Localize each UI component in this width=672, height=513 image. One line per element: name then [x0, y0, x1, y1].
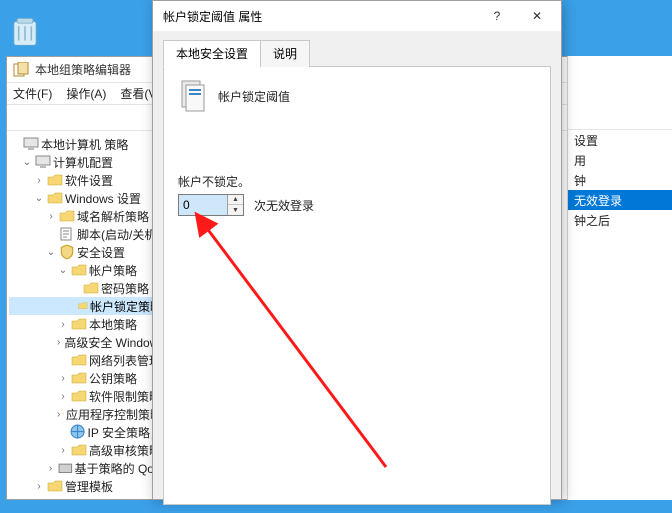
spin-down-button[interactable]: ▼	[228, 205, 243, 215]
tree-software-restriction[interactable]: ›软件限制策略	[9, 387, 162, 405]
tab-panel: 帐户锁定阈值 帐户不锁定。 ▲ ▼ 次无效登录	[163, 67, 551, 505]
tree-qos[interactable]: ›基于策略的 QoS	[9, 459, 162, 477]
tree-app-control[interactable]: ›应用程序控制策略	[9, 405, 162, 423]
threshold-input[interactable]	[179, 195, 227, 215]
annotation-arrow	[196, 217, 436, 500]
threshold-spinner[interactable]: ▲ ▼	[178, 194, 244, 216]
shield-icon	[59, 245, 75, 259]
script-icon	[59, 227, 75, 241]
folder-icon	[47, 191, 63, 205]
menu-file[interactable]: 文件(F)	[13, 85, 52, 102]
tree-public-key[interactable]: ›公钥策略	[9, 369, 162, 387]
computer-icon	[23, 137, 39, 151]
folder-icon	[71, 443, 87, 457]
folder-icon	[62, 407, 64, 421]
tree-ip-security[interactable]: IP 安全策略，	[9, 423, 162, 441]
tree-local-policies[interactable]: ›本地策略	[9, 315, 162, 333]
spin-up-button[interactable]: ▲	[228, 195, 243, 205]
dialog-tabstrip: 本地安全设置 说明	[163, 39, 551, 67]
tab-explain[interactable]: 说明	[260, 40, 310, 67]
tree-advanced-audit[interactable]: ›高级审核策略	[9, 441, 162, 459]
list-item[interactable]: 用	[568, 150, 672, 170]
recycle-bin-icon[interactable]	[6, 12, 46, 52]
tree-network-list[interactable]: 网络列表管理	[9, 351, 162, 369]
globe-icon	[70, 425, 85, 439]
list-item[interactable]: 无效登录	[568, 190, 672, 210]
tree-computer-config[interactable]: ⌄计算机配置	[9, 153, 162, 171]
policy-tree[interactable]: 本地计算机 策略 ⌄计算机配置 ›软件设置 ⌄Windows 设置 ›域名解析策…	[7, 131, 165, 499]
dialog-title: 帐户锁定阈值 属性	[163, 8, 477, 25]
tree-windows-settings[interactable]: ⌄Windows 设置	[9, 189, 162, 207]
field-label: 帐户不锁定。	[178, 173, 536, 190]
qos-icon	[58, 461, 73, 475]
tab-local-security[interactable]: 本地安全设置	[163, 40, 261, 67]
policy-icon	[178, 79, 208, 113]
tree-admin-templates[interactable]: ›管理模板	[9, 477, 162, 495]
tree-account-policies[interactable]: ⌄帐户策略	[9, 261, 162, 279]
tree-scripts[interactable]: 脚本(启动/关机)	[9, 225, 162, 243]
properties-dialog: 帐户锁定阈值 属性 ? ✕ 本地安全设置 说明 帐户锁定阈值 帐户不锁定。	[152, 0, 562, 500]
help-button[interactable]: ?	[477, 2, 517, 30]
folder-icon	[71, 263, 87, 277]
tree-advanced-firewall[interactable]: ›高级安全 Windows	[9, 333, 162, 351]
threshold-suffix: 次无效登录	[254, 197, 314, 214]
tree-software-settings[interactable]: ›软件设置	[9, 171, 162, 189]
folder-icon	[71, 371, 87, 385]
tree-lockout-policy[interactable]: 帐户锁定策略	[9, 297, 162, 315]
tree-root[interactable]: 本地计算机 策略	[9, 135, 162, 153]
folder-icon	[71, 353, 87, 367]
folder-icon	[71, 317, 87, 331]
folder-icon	[47, 479, 63, 493]
editor-app-icon	[13, 62, 29, 78]
tree-password-policy[interactable]: 密码策略	[9, 279, 162, 297]
list-item[interactable]: 钟	[568, 170, 672, 190]
right-partial-pane: 设置 用 钟 无效登录 钟之后	[567, 56, 672, 500]
folder-icon	[78, 299, 88, 313]
tree-name-resolution[interactable]: ›域名解析策略	[9, 207, 162, 225]
dialog-titlebar[interactable]: 帐户锁定阈值 属性 ? ✕	[153, 1, 561, 31]
folder-icon	[71, 389, 87, 403]
computer-icon	[35, 155, 51, 169]
editor-title-text: 本地组策略编辑器	[35, 61, 131, 78]
policy-name-label: 帐户锁定阈值	[218, 88, 290, 105]
folder-icon	[59, 209, 75, 223]
tree-security-settings[interactable]: ⌄安全设置	[9, 243, 162, 261]
list-header[interactable]: 设置	[568, 130, 672, 150]
folder-icon	[47, 173, 63, 187]
folder-icon	[83, 281, 99, 295]
menu-action[interactable]: 操作(A)	[66, 85, 106, 102]
close-button[interactable]: ✕	[517, 2, 557, 30]
list-item[interactable]: 钟之后	[568, 210, 672, 230]
